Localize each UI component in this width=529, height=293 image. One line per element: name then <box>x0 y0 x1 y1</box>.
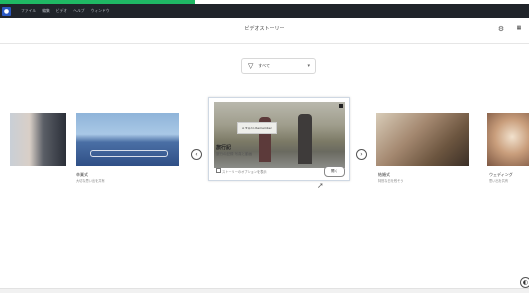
mouse-cursor-icon: ➚ <box>317 181 324 190</box>
chevron-down-icon: ▾ <box>307 63 310 69</box>
menu-item-window[interactable]: ウィンドウ <box>91 8 110 14</box>
menu-item-video[interactable]: ビデオ <box>56 8 67 14</box>
preview-progress-track <box>90 150 168 157</box>
scroll-to-top-icon[interactable]: ◐ <box>520 277 529 288</box>
featured-story-thumbnail: A Trip to Remember <box>214 102 345 168</box>
menu-bar: ● ファイル 編集 ビデオ ヘルプ ウィンドウ <box>0 4 529 18</box>
featured-story-card[interactable]: A Trip to Remember 旅行記 旅行の記録 写真と動画 ストーリー… <box>208 97 350 181</box>
thumbnail-banner: A Trip to Remember <box>237 122 277 134</box>
bookmark-icon <box>339 104 343 108</box>
story-card-partial-left[interactable] <box>10 113 66 166</box>
filter-dropdown[interactable]: ▽ すべて ▾ <box>241 58 316 74</box>
story-card-partial-right[interactable] <box>487 113 529 166</box>
menu-item-help[interactable]: ヘルプ <box>73 8 84 14</box>
page-title: ビデオストーリー <box>244 26 285 32</box>
story-card-graduation[interactable] <box>76 113 179 166</box>
featured-story-subtitle: 旅行の記録 写真と動画 <box>216 152 253 156</box>
carousel-prev-button[interactable]: ‹ <box>191 149 202 160</box>
filter-label: すべて <box>258 63 270 68</box>
open-button[interactable]: 開く <box>324 166 345 177</box>
featured-story-title: 旅行記 <box>216 145 232 151</box>
story-card-wedding[interactable] <box>376 113 469 166</box>
thumbnail-person <box>298 114 312 164</box>
top-bar: ビデオストーリー ⚙ ▦ <box>0 18 529 44</box>
checkbox-icon <box>216 168 221 173</box>
app-logo-icon: ● <box>2 6 11 16</box>
gear-icon[interactable]: ⚙ <box>497 25 505 33</box>
account-button[interactable]: ▦ <box>512 23 526 33</box>
featured-story-options[interactable]: ストーリーのオプションを表示 <box>216 168 267 174</box>
menu-item-edit[interactable]: 編集 <box>42 8 50 14</box>
story-subtitle-graduation: 大切な思い出を共有 <box>76 179 105 183</box>
filter-icon: ▽ <box>248 62 254 70</box>
featured-story-options-label: ストーリーのオプションを表示 <box>222 170 267 174</box>
story-subtitle-wedding: 特別な日を残そう <box>378 179 404 183</box>
menu-item-file[interactable]: ファイル <box>21 8 36 14</box>
status-bar <box>0 288 529 293</box>
story-subtitle-partial-right: 思い出を共有 <box>489 179 509 183</box>
carousel-next-button[interactable]: › <box>356 149 367 160</box>
